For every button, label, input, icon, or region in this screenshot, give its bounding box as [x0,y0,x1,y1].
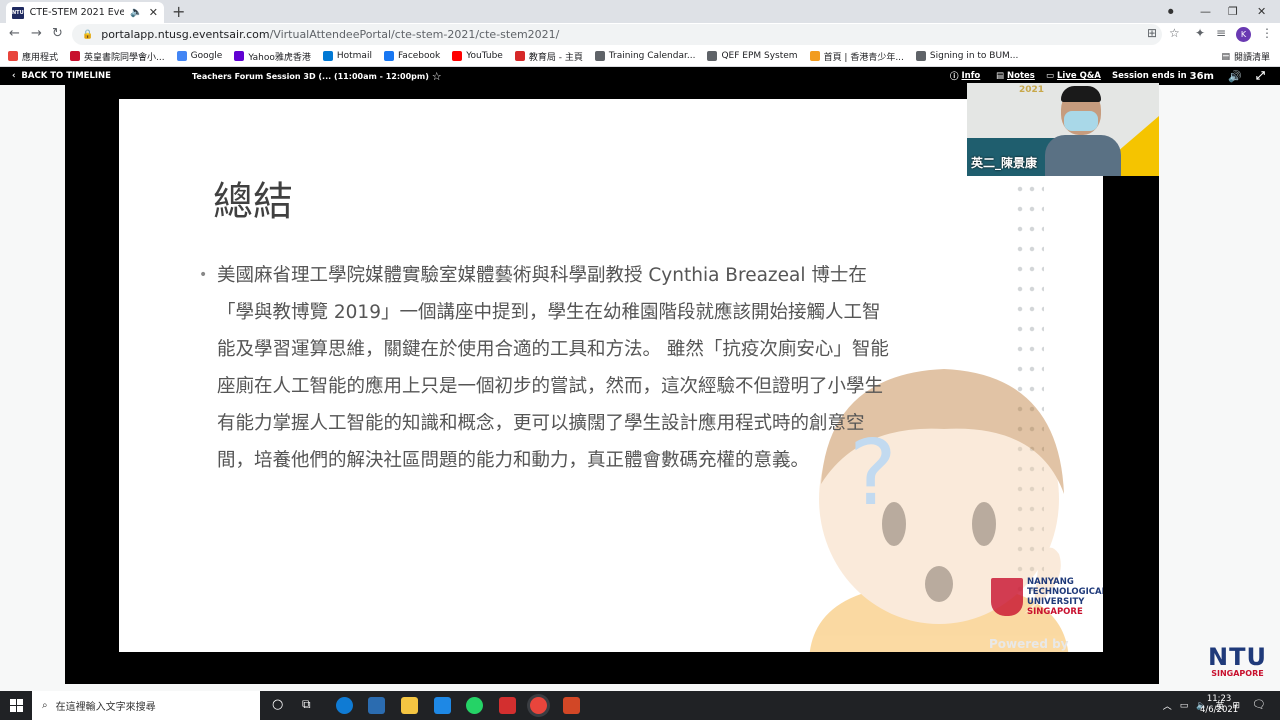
notes-icon: ▤ [996,71,1005,81]
face-mask [1064,111,1098,131]
session-title: Teachers Forum Session 3D (... (11:00am … [192,69,442,83]
bookmark-favicon-icon [915,51,926,61]
bookmark-favicon-icon [70,51,81,61]
speaker-name: 英二_陳景康 [971,156,1038,170]
speaker-body [1045,135,1121,176]
bookmark-item[interactable]: QEF EPM System [707,51,798,61]
store-icon[interactable] [368,697,385,714]
ntu-logo: NANYANG TECHNOLOGICAL UNIVERSITY SINGAPO… [991,577,1103,617]
tab-title: CTE-STEM 2021 Event Portal [29,7,125,18]
cortana-icon[interactable]: ○ [272,697,289,714]
restore-icon[interactable]: ❐ [1228,0,1238,23]
window-close-icon[interactable]: ✕ [1257,0,1266,23]
powerpoint-icon[interactable] [563,697,580,714]
edge-icon[interactable] [336,697,353,714]
bookmark-item[interactable]: YouTube [452,51,503,61]
bookmark-favicon-icon [176,51,187,61]
bookmark-favicon-icon [8,51,18,61]
url-text[interactable]: portalapp.ntusg.eventsair.com/VirtualAtt… [101,28,559,41]
bookmark-favicon-icon [809,51,820,61]
bookmark-favicon-icon [322,51,333,61]
presentation-slide: 總結 ? • 美國麻省理工學院媒體實驗室媒體藝術與科學副教授 Cynthia B… [119,99,1103,652]
bookmark-item[interactable]: Training Calendar... [594,51,695,61]
browser-toolbar: ← → ↻ 🔒 portalapp.ntusg.eventsair.com/Vi… [0,23,1280,46]
task-view-icon[interactable]: ⧉ [302,697,319,714]
speaker-icon[interactable]: 🔈 [130,7,142,18]
windows-taskbar: ⌕ 在這裡輸入文字來搜尋 ○ ⧉ ︿ ▭ 🔈 英 ⊞ 11:23 4/6/202… [0,691,1280,720]
bookmark-item[interactable]: Hotmail [322,51,372,61]
file-explorer-icon[interactable] [401,697,418,714]
media-control-icon[interactable]: ⏺ [1168,0,1174,23]
chrome-icon[interactable] [530,697,547,714]
close-tab-icon[interactable]: ✕ [149,6,158,19]
back-arrow-icon[interactable]: ← [9,26,20,41]
bookmark-star-icon[interactable]: ☆ [1169,26,1180,40]
bookmark-item[interactable]: Facebook [383,51,440,61]
reading-list-button[interactable]: ▤ 閱讀清單 [1221,46,1270,67]
video-player[interactable]: 總結 ? • 美國麻省理工學院媒體實驗室媒體藝術與科學副教授 Cynthia B… [65,83,1159,684]
bookmark-favicon-icon [594,51,605,61]
slide-title: 總結 [213,179,293,225]
address-bar[interactable]: 🔒 portalapp.ntusg.eventsair.com/VirtualA… [72,24,1162,45]
ntu-crest-icon [991,578,1023,616]
event-badge: 2021 [1019,85,1045,95]
bookmark-favicon-icon [514,51,525,61]
powered-by-zoom-watermark: Powered by Zoom [989,637,1069,652]
bookmark-item[interactable]: Google [176,51,222,61]
back-to-timeline-link[interactable]: ‹ BACK TO TIMELINE [12,67,111,85]
extensions-icon[interactable]: ✦ [1195,26,1205,40]
windows-start-icon[interactable] [10,699,23,712]
bullet-dot-icon: • [199,267,208,283]
volume-icon[interactable]: 🔊 [1228,67,1242,85]
bookmark-favicon-icon [383,51,394,61]
new-tab-icon[interactable]: + [172,2,185,21]
reading-list-icon: ▤ [1221,51,1230,62]
slide-bullet: • 美國麻省理工學院媒體實驗室媒體藝術與科學副教授 Cynthia Breaze… [199,257,889,479]
minimize-icon[interactable]: — [1200,0,1211,23]
system-clock[interactable]: 11:23 4/6/2021 [1200,694,1238,716]
forward-arrow-icon[interactable]: → [31,26,42,41]
acrobat-icon[interactable] [499,697,516,714]
bookmarks-bar: 應用程式 英皇書院同學會小... Google Yahoo雅虎香港 Hotmail Fac… [0,46,1280,67]
network-icon[interactable]: ▭ [1180,701,1189,711]
fullscreen-icon[interactable]: ⤢ [1256,67,1265,85]
lock-icon: 🔒 [82,29,94,40]
bookmark-favicon-icon [234,51,245,61]
speaker-webcam: 2021 英二_陳景康 [967,83,1159,176]
translate-icon[interactable]: ⊞ [1147,26,1157,40]
mail-icon[interactable] [434,697,451,714]
bookmark-item[interactable]: Yahoo雅虎香港 [234,50,311,63]
bookmark-item[interactable]: 首頁 | 香港青少年... [809,50,904,63]
ntu-corner-logo: NTU SINGAPORE [1208,643,1267,678]
menu-kebab-icon[interactable]: ⋮ [1261,26,1273,40]
favorite-star-icon[interactable]: ☆ [432,70,442,83]
profile-avatar[interactable]: K [1236,27,1251,42]
ntu-favicon-icon: NTU [12,6,24,19]
reload-icon[interactable]: ↻ [52,26,63,41]
whatsapp-icon[interactable] [466,697,483,714]
page-area: ‹ BACK TO TIMELINE Teachers Forum Sessio… [0,67,1280,691]
browser-tab[interactable]: NTU CTE-STEM 2021 Event Portal 🔈 ✕ [6,2,164,23]
chat-icon: ▭ [1046,71,1055,81]
bookmark-item[interactable]: 英皇書院同學會小... [70,50,165,63]
browser-tab-strip: NTU CTE-STEM 2021 Event Portal 🔈 ✕ + ⏺ —… [0,0,1280,23]
tray-chevron-icon[interactable]: ︿ [1163,699,1172,712]
bullet-text: 美國麻省理工學院媒體實驗室媒體藝術與科學副教授 Cynthia Breazeal… [217,265,889,471]
info-icon: ⓘ [950,72,959,82]
bookmark-item[interactable]: Signing in to BUM... [915,51,1018,61]
bookmark-item[interactable]: 教育局 - 主頁 [514,50,583,63]
bookmark-favicon-icon [707,51,718,61]
media-playlist-icon[interactable]: ≡ [1216,26,1226,40]
bookmark-item[interactable]: 應用程式 [8,50,58,63]
notification-icon[interactable]: 🗨 [1252,698,1266,711]
search-icon: ⌕ [42,700,48,711]
bookmark-favicon-icon [452,51,463,61]
taskbar-search[interactable]: ⌕ 在這裡輸入文字來搜尋 [32,691,260,720]
